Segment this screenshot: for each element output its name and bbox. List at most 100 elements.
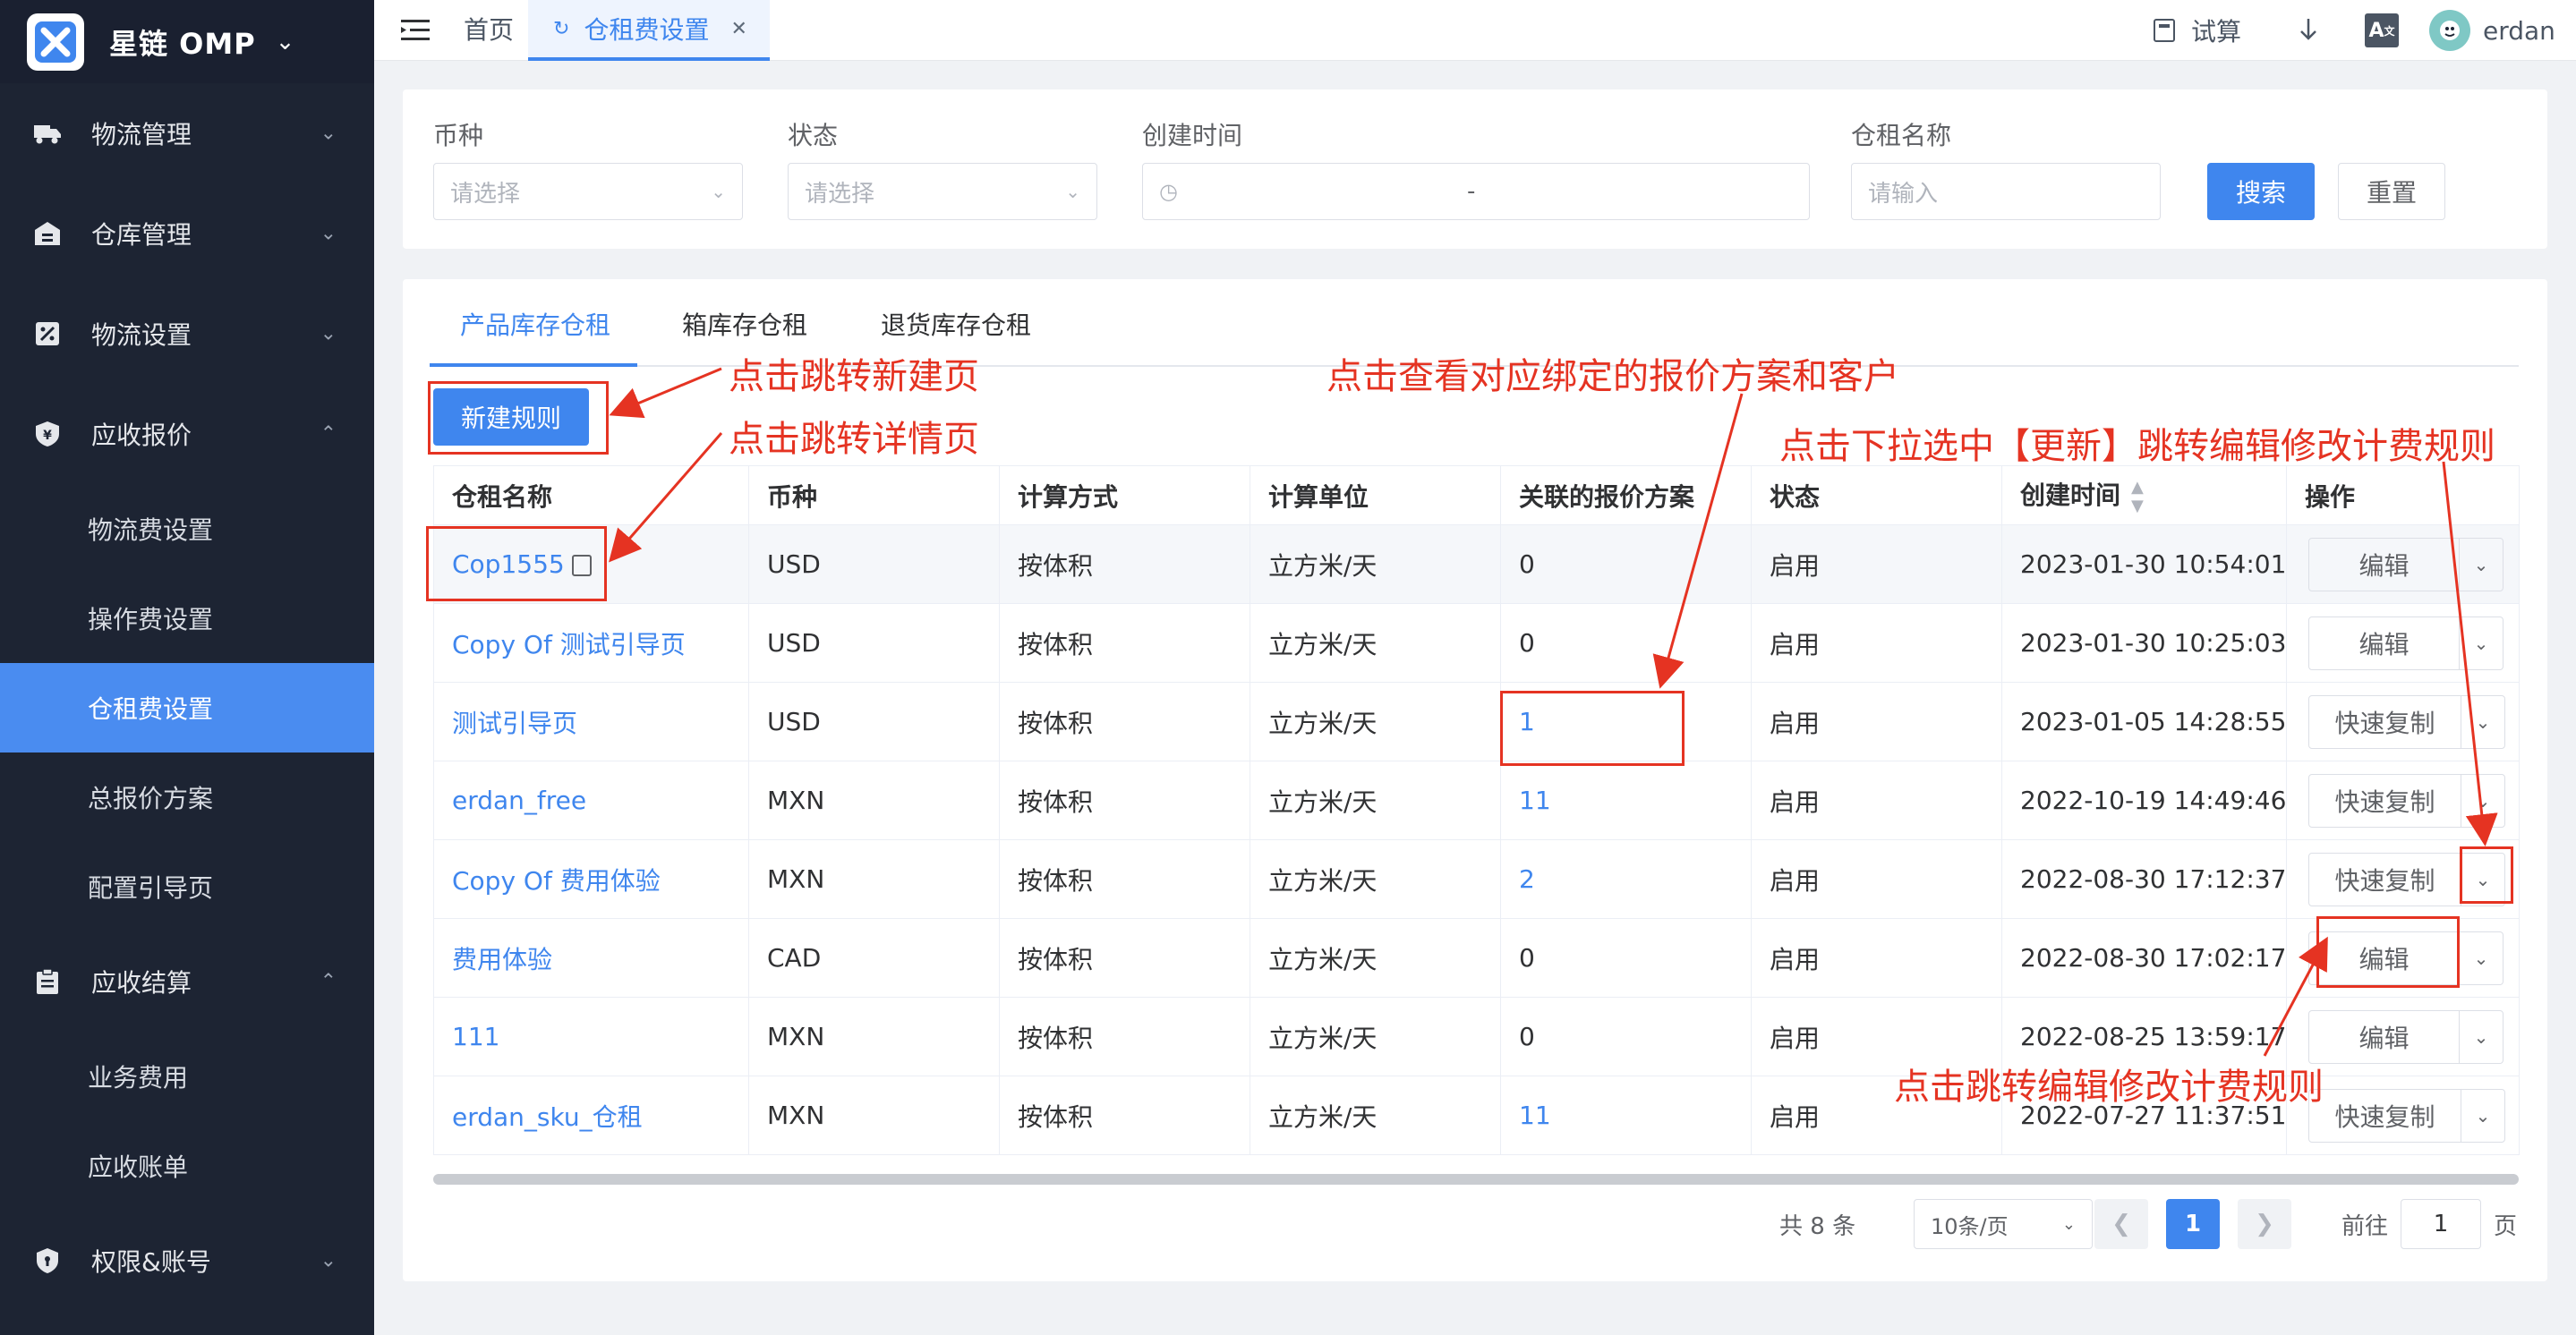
storage-name-link[interactable]: erdan_free <box>452 786 586 815</box>
cell-plans: 0 <box>1500 603 1752 683</box>
chevron-down-icon[interactable]: ⌄ <box>2460 539 2503 591</box>
goto-label: 前往 <box>2341 1212 2389 1240</box>
cell-name[interactable]: erdan_sku_仓租 <box>433 1076 749 1155</box>
menu-group-receivable-quote[interactable]: ¥ 应收报价 ⌃ <box>0 384 374 484</box>
search-button[interactable]: 搜索 <box>2207 163 2315 220</box>
reset-button[interactable]: 重置 <box>2338 163 2445 220</box>
action-split-button[interactable]: 快速复制 ⌄ <box>2308 1088 2505 1143</box>
storage-name-link[interactable]: Copy Of 费用体验 <box>452 866 661 896</box>
cell-unit: 立方米/天 <box>1250 1076 1501 1155</box>
close-icon[interactable]: ✕ <box>730 18 746 40</box>
cell-unit: 立方米/天 <box>1250 761 1501 840</box>
sidebar-item-logistics-fee[interactable]: 物流费设置 <box>0 484 374 574</box>
menu-fold-icon[interactable] <box>401 18 430 47</box>
sidebar-item-guide[interactable]: 配置引导页 <box>0 842 374 931</box>
col-name: 仓租名称 <box>433 465 749 525</box>
action-button[interactable]: 快速复制 <box>2309 774 2461 827</box>
status-select[interactable]: 请选择 ⌄ <box>788 163 1097 220</box>
tab-home[interactable]: 首页 <box>464 0 514 61</box>
plans-count[interactable]: 11 <box>1519 1101 1551 1130</box>
cell-plans[interactable]: 2 <box>1500 839 1752 919</box>
chevron-down-icon[interactable]: ⌄ <box>2461 1090 2504 1142</box>
menu-group-warehouse[interactable]: 仓库管理 ⌄ <box>0 183 374 284</box>
goto-input[interactable]: 1 <box>2401 1199 2482 1249</box>
action-split-button[interactable]: 编辑 ⌄ <box>2308 1009 2503 1064</box>
annotation-view-plans: 点击查看对应绑定的报价方案和客户 <box>1326 356 1899 397</box>
storage-name-link[interactable]: 测试引导页 <box>452 709 577 738</box>
page-size-select[interactable]: 10条/页 ⌄ <box>1914 1199 2093 1249</box>
menu-group-logistics-settings[interactable]: 物流设置 ⌄ <box>0 284 374 384</box>
action-button[interactable]: 快速复制 <box>2309 1089 2461 1142</box>
action-button[interactable]: 编辑 <box>2309 538 2460 591</box>
menu-group-receivable-settlement[interactable]: 应收结算 ⌃ <box>0 931 374 1032</box>
created-time-range[interactable]: ◷ - <box>1142 163 1810 220</box>
tab-storage-fee[interactable]: ↻ 仓租费设置 ✕ <box>528 0 770 61</box>
cell-method: 按体积 <box>999 682 1250 761</box>
storage-name-link[interactable]: 费用体验 <box>452 945 552 974</box>
chevron-down-icon[interactable]: ⌄ <box>276 29 295 55</box>
cell-plans[interactable]: 11 <box>1500 1076 1752 1155</box>
horizontal-scrollbar[interactable] <box>433 1174 2519 1185</box>
chevron-down-icon[interactable]: ⌄ <box>2460 617 2503 669</box>
translate-icon[interactable]: A文 <box>2365 0 2399 61</box>
sort-icon[interactable]: ▲ ▼ <box>2131 478 2144 515</box>
action-split-button[interactable]: 快速复制 ⌄ <box>2308 694 2505 749</box>
tab-product-storage[interactable]: 产品库存仓租 <box>460 306 610 342</box>
chevron-down-icon[interactable]: ⌄ <box>2461 696 2504 748</box>
action-split-button[interactable]: 编辑 ⌄ <box>2308 537 2503 591</box>
sidebar-item-operation-fee[interactable]: 操作费设置 <box>0 574 374 663</box>
cell-name[interactable]: 测试引导页 <box>433 682 749 761</box>
cell-name[interactable]: Copy Of 费用体验 <box>433 839 749 919</box>
tab-box-storage[interactable]: 箱库存仓租 <box>682 306 807 342</box>
table-row: Copy Of 费用体验 MXN 按体积 立方米/天 2 启用 2022-08-30 17:… <box>433 839 2520 919</box>
cell-action: 快速复制 ⌄ <box>2286 761 2520 840</box>
menu-group-permissions[interactable]: 权限&账号 ⌄ <box>0 1211 374 1311</box>
trial-calc-button[interactable]: 试算 <box>2154 0 2241 61</box>
storage-name-input[interactable]: 请输入 <box>1851 163 2161 220</box>
action-button[interactable]: 编辑 <box>2309 616 2460 669</box>
chevron-down-icon[interactable]: ⌄ <box>2460 1011 2503 1063</box>
cell-name[interactable]: 111 <box>433 997 749 1076</box>
brand[interactable]: 星链 OMP ⌄ <box>0 0 374 83</box>
sidebar-item-business-fee[interactable]: 业务费用 <box>0 1032 374 1121</box>
menu-group-label: 权限&账号 <box>91 1247 211 1277</box>
plans-count[interactable]: 11 <box>1519 786 1551 815</box>
sidebar-item-storage-fee[interactable]: 仓租费设置 <box>0 663 374 753</box>
action-split-button[interactable]: 快速复制 ⌄ <box>2308 773 2505 828</box>
cell-status: 启用 <box>1751 603 2002 683</box>
menu-group-label: 物流设置 <box>91 320 192 350</box>
chevron-down-icon: ⌄ <box>2061 1214 2076 1234</box>
chevron-down-icon: ⌄ <box>320 1249 337 1272</box>
cell-name[interactable]: erdan_free <box>433 761 749 840</box>
storage-name-link[interactable]: Copy Of 测试引导页 <box>452 630 686 659</box>
annotation-box-dropdown <box>2460 846 2513 904</box>
cell-plans[interactable]: 11 <box>1500 761 1752 840</box>
action-split-button[interactable]: 编辑 ⌄ <box>2308 616 2503 670</box>
menu-group-logistics[interactable]: 物流管理 ⌄ <box>0 83 374 183</box>
plans-count[interactable]: 2 <box>1519 864 1535 894</box>
tab-return-storage[interactable]: 退货库存仓租 <box>881 306 1031 342</box>
chevron-down-icon[interactable]: ⌄ <box>2460 932 2503 984</box>
col-created[interactable]: 创建时间 ▲ ▼ <box>2001 465 2287 525</box>
storage-name-link[interactable]: erdan_sku_仓租 <box>452 1102 643 1132</box>
cell-unit: 立方米/天 <box>1250 524 1501 604</box>
action-button[interactable]: 快速复制 <box>2309 695 2461 748</box>
clock-icon: ◷ <box>1159 179 1178 204</box>
action-button[interactable]: 快速复制 <box>2309 853 2461 906</box>
prev-page-button[interactable]: ❮ <box>2094 1199 2148 1249</box>
action-button[interactable]: 编辑 <box>2309 1010 2460 1063</box>
next-page-button[interactable]: ❯ <box>2238 1199 2291 1249</box>
refresh-icon[interactable]: ↻ <box>553 18 569 40</box>
download-icon[interactable] <box>2299 0 2318 61</box>
currency-select[interactable]: 请选择 ⌄ <box>433 163 743 220</box>
current-page: 1 <box>2166 1199 2220 1249</box>
sidebar-item-total-quote[interactable]: 总报价方案 <box>0 753 374 842</box>
user-menu[interactable]: erdan <box>2429 0 2555 61</box>
chevron-down-icon[interactable]: ⌄ <box>2461 775 2504 827</box>
cell-name[interactable]: 费用体验 <box>433 918 749 998</box>
sidebar-item-receivable-bill[interactable]: 应收账单 <box>0 1121 374 1211</box>
cell-name[interactable]: Copy Of 测试引导页 <box>433 603 749 683</box>
storage-name-link[interactable]: 111 <box>452 1022 499 1051</box>
cell-currency: MXN <box>748 761 1000 840</box>
page-number[interactable]: 1 <box>2166 1199 2220 1249</box>
